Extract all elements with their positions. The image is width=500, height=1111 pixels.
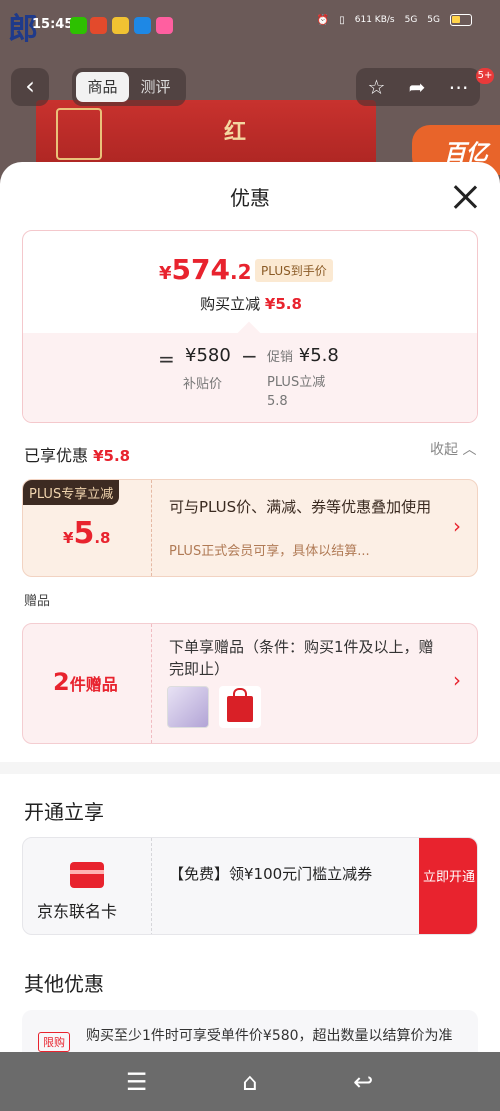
nav-tabs: 商品 测评 — [72, 68, 186, 106]
other-section-title: 其他优惠 — [24, 972, 104, 996]
card-desc: 【免费】领¥100元门槛立减券 — [169, 865, 373, 883]
enjoyed-discount: 已享优惠 ¥5.8 — [24, 446, 131, 465]
chevron-right-icon[interactable]: › — [453, 514, 461, 538]
base-price-label: 补贴价 — [183, 377, 223, 392]
price-breakdown: = ¥580 补贴价 − 促销 ¥5.8 PLUS立减 5.8 — [23, 333, 477, 422]
product-emblem — [56, 108, 102, 160]
alarm-icon: ⏰ — [316, 14, 330, 26]
price-summary-card: ¥574.2 PLUS到手价 购买立减 ¥5.8 = ¥580 补贴价 − 促销… — [22, 230, 478, 423]
promo-value: 促销 ¥5.8 — [267, 345, 339, 366]
open-now-button[interactable]: 立即开通 — [419, 838, 477, 934]
star-icon[interactable]: ☆ — [368, 75, 386, 99]
credit-card-icon — [70, 862, 104, 888]
back-button[interactable]: ‹ — [11, 68, 49, 106]
promo-label: PLUS立减 5.8 — [267, 375, 326, 409]
share-icon[interactable]: ➦ — [409, 75, 426, 99]
other-offer-card: 限购 购买至少1件时可享受单件价¥580，超出数量以结算价为准 — [22, 1010, 478, 1052]
gift-thumbnail-1 — [167, 686, 209, 728]
message-badge: 5+ — [476, 68, 494, 84]
signal-1: 5G — [404, 15, 418, 25]
jd-card-offer: 京东联名卡 【免费】领¥100元门槛立减券 立即开通 — [22, 837, 478, 935]
app-icon — [156, 17, 173, 34]
wechat-icon — [70, 17, 87, 34]
plus-coupon-card[interactable]: PLUS专享立减 ¥5.8 可与PLUS价、满减、券等优惠叠加使用 PLUS正式… — [22, 479, 478, 577]
gift-thumbnail-2 — [219, 686, 261, 728]
sheet-title: 优惠 — [230, 186, 270, 210]
bag-icon — [227, 688, 253, 722]
app-icon — [90, 17, 107, 34]
vibrate-icon: ▯ — [339, 14, 345, 26]
plus-ribbon: PLUS专享立减 — [23, 480, 120, 505]
other-offer-text: 购买至少1件时可享受单件价¥580，超出数量以结算价为准 — [86, 1028, 453, 1044]
system-nav-bar: ☰ ⌂ ↩ — [0, 1052, 500, 1111]
more-icon[interactable]: ⋯ — [448, 75, 468, 99]
save-line: 购买立减 ¥5.8 — [200, 295, 302, 313]
menu-icon[interactable]: ☰ — [107, 1068, 167, 1096]
status-right: ⏰ ▯ 611 KB/s 5G 5G — [317, 14, 472, 26]
plus-price-tag: PLUS到手价 — [255, 259, 333, 282]
collapse-button[interactable]: 收起 ︿ — [430, 439, 476, 459]
base-price: ¥580 — [185, 345, 231, 366]
nav-actions: ☆ ➦ ⋯ — [356, 68, 480, 106]
coupon-desc: 可与PLUS价、满减、券等优惠叠加使用 — [169, 498, 432, 516]
signal-2: 5G — [427, 15, 440, 25]
discount-sheet: 优惠 ¥574.2 PLUS到手价 购买立减 ¥5.8 = ¥580 补贴价 −… — [0, 162, 500, 1052]
app-icon — [134, 17, 151, 34]
close-icon[interactable] — [452, 184, 478, 210]
home-icon[interactable]: ⌂ — [220, 1068, 280, 1096]
status-bar: 郎 15:45 ⏰ ▯ 611 KB/s 5G 5G — [0, 0, 500, 52]
net-speed: 611 KB/s — [354, 15, 395, 25]
tab-review[interactable]: 测评 — [129, 72, 182, 102]
back-nav-icon[interactable]: ↩ — [333, 1068, 393, 1096]
card-name: 京东联名卡 — [37, 902, 118, 921]
status-time: 15:45 — [32, 17, 74, 32]
tab-product[interactable]: 商品 — [76, 72, 129, 102]
gift-count: 2件赠品 — [53, 668, 118, 696]
open-section-title: 开通立享 — [24, 800, 104, 824]
gift-label: 赠品 — [24, 594, 51, 609]
chevron-right-icon[interactable]: › — [453, 668, 461, 692]
final-price: ¥574.2 — [159, 253, 252, 286]
gift-desc: 下单享赠品（条件：购买1件及以上，赠完即止） — [169, 638, 434, 678]
gift-card[interactable]: 2件赠品 下单享赠品（条件：购买1件及以上，赠完即止） › — [22, 623, 478, 744]
weibo-icon — [112, 17, 129, 34]
product-text: 红 — [224, 120, 247, 145]
coupon-amount: ¥5.8 — [63, 516, 111, 551]
coupon-sub: PLUS正式会员可享，具体以结算... — [169, 544, 370, 559]
limit-tag: 限购 — [38, 1032, 70, 1052]
chevron-up-icon: ︿ — [462, 442, 477, 458]
battery-icon — [450, 14, 472, 26]
